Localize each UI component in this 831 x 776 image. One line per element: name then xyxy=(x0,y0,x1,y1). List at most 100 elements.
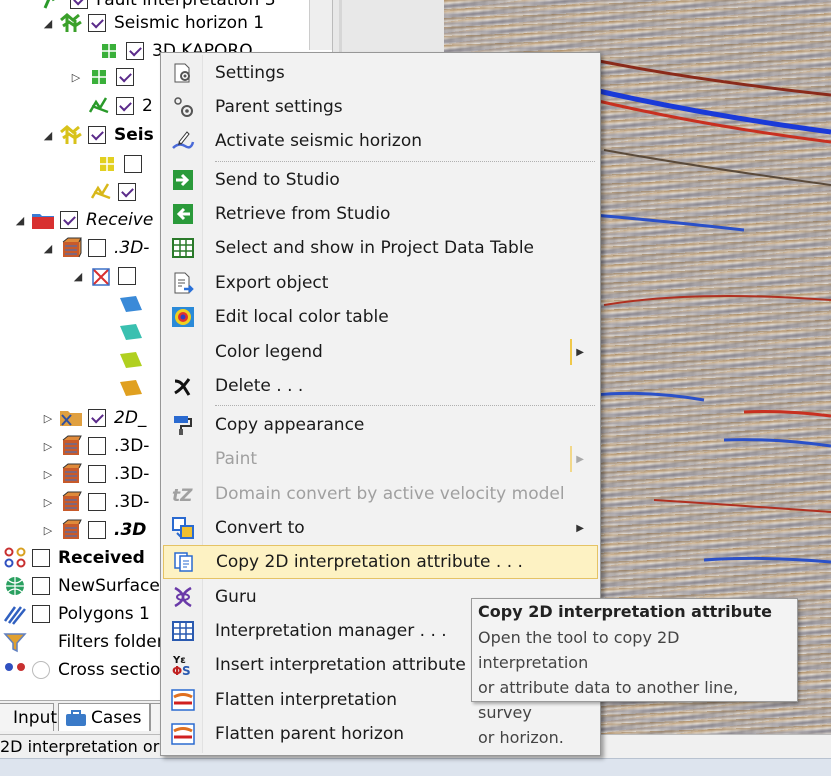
tree-item-slice[interactable] xyxy=(118,318,148,346)
tree-item-polygons[interactable]: Polygons 1 xyxy=(2,600,150,628)
collapse-arrow-icon[interactable]: ◢ xyxy=(42,17,54,30)
tree-item-3d[interactable]: ▷ .3D xyxy=(42,516,146,544)
checkbox[interactable] xyxy=(88,126,106,144)
menu-item-convert-to[interactable]: Convert to ▶ xyxy=(163,511,598,545)
tooltip-line: or attribute data to another line, surve… xyxy=(478,678,739,722)
tree-item-received-wells[interactable]: Received xyxy=(2,544,145,572)
menu-item-color-legend[interactable]: Color legend ▶ xyxy=(163,335,598,369)
checkbox[interactable] xyxy=(116,68,134,86)
checkbox[interactable] xyxy=(88,521,106,539)
slice-icon xyxy=(118,293,144,315)
tab-input-label: Input xyxy=(13,707,58,728)
seismic-cube-icon xyxy=(58,435,84,457)
checkbox[interactable] xyxy=(88,14,106,32)
radio-button[interactable] xyxy=(32,661,50,679)
tree-item[interactable]: ◢ xyxy=(72,262,144,290)
menu-item-activate-horizon[interactable]: Activate seismic horizon xyxy=(163,124,598,158)
tab-input[interactable]: Input xyxy=(0,703,58,731)
tree-item[interactable]: ▷ xyxy=(70,63,142,91)
expand-arrow-icon[interactable]: ▷ xyxy=(70,71,82,84)
tooltip-body: Open the tool to copy 2D interpretation … xyxy=(478,625,791,750)
checkbox[interactable] xyxy=(32,605,50,623)
menu-item-settings[interactable]: Settings xyxy=(163,56,598,90)
menu-item-delete[interactable]: Delete . . . xyxy=(163,369,598,403)
collapse-arrow-icon[interactable]: ◢ xyxy=(42,242,54,255)
collapse-arrow-icon[interactable]: ◢ xyxy=(42,129,54,142)
checkbox[interactable] xyxy=(116,97,134,115)
folder-icon xyxy=(30,209,56,231)
tree-item-3d[interactable]: ▷ .3D- xyxy=(42,432,149,460)
menu-item-paint[interactable]: Paint ▶ xyxy=(163,442,598,476)
interpretation-icon xyxy=(88,181,114,203)
flatten-interp-icon xyxy=(163,683,203,717)
expand-arrow-icon[interactable]: ▷ xyxy=(42,412,54,425)
checkbox[interactable] xyxy=(118,267,136,285)
checkbox[interactable] xyxy=(32,549,50,567)
submenu-divider xyxy=(570,339,572,365)
tab-cases[interactable]: Cases xyxy=(58,703,150,731)
menu-separator xyxy=(215,161,595,162)
tree-item-cross-section[interactable]: Cross section xyxy=(2,656,171,684)
checkbox[interactable] xyxy=(118,183,136,201)
tree-item-seismic-horizon-1[interactable]: ◢ Seismic horizon 1 xyxy=(42,9,264,37)
checkbox[interactable] xyxy=(88,493,106,511)
tree-item-received[interactable]: ◢ Receive xyxy=(14,206,154,234)
expand-arrow-icon[interactable]: ▷ xyxy=(42,496,54,509)
tree-item[interactable] xyxy=(94,150,150,178)
tree-item-3d[interactable]: ▷ .3D- xyxy=(42,488,149,516)
tree-item[interactable] xyxy=(88,178,144,206)
menu-item-copy-2d-interpretation-attribute[interactable]: Copy 2D interpretation attribute . . . xyxy=(163,545,598,579)
expand-arrow-icon[interactable]: ▷ xyxy=(42,468,54,481)
tree-item-slice[interactable] xyxy=(118,374,148,402)
checkbox[interactable] xyxy=(126,42,144,60)
grid-icon xyxy=(94,153,120,175)
grid-icon xyxy=(96,40,122,62)
checkbox[interactable] xyxy=(60,211,78,229)
menu-item-export-object[interactable]: Export object xyxy=(163,266,598,300)
checkbox[interactable] xyxy=(88,239,106,257)
collapse-arrow-icon[interactable]: ◢ xyxy=(14,214,26,227)
tree-item-3d[interactable]: ▷ .3D- xyxy=(42,460,149,488)
seismic-cube-icon xyxy=(58,463,84,485)
menu-item-project-data-table[interactable]: Select and show in Project Data Table xyxy=(163,231,598,265)
expand-arrow-icon[interactable]: ▷ xyxy=(42,440,54,453)
menu-item-domain-convert[interactable]: tZ Domain convert by active velocity mod… xyxy=(163,477,598,511)
tree-item-filters-folder[interactable]: Filters folder xyxy=(2,628,164,656)
send-studio-icon xyxy=(163,163,203,197)
checkbox[interactable] xyxy=(70,0,88,9)
tree-item-seismic[interactable]: ◢ Seis xyxy=(42,121,154,149)
submenu-arrow-icon: ▶ xyxy=(576,453,584,465)
activate-horizon-icon xyxy=(163,124,203,158)
submenu-arrow-icon: ▶ xyxy=(576,346,584,358)
menu-item-parent-settings[interactable]: Parent settings xyxy=(163,90,598,124)
collapse-arrow-icon[interactable]: ◢ xyxy=(72,270,84,283)
seismic-horizon-icon xyxy=(58,12,84,34)
checkbox[interactable] xyxy=(88,465,106,483)
checkbox[interactable] xyxy=(88,437,106,455)
tree-item-2d[interactable]: ▷ 2D_ xyxy=(42,404,147,432)
checkbox[interactable] xyxy=(32,577,50,595)
menu-item-edit-color-table[interactable]: Edit local color table xyxy=(163,300,598,334)
checkbox[interactable] xyxy=(124,155,142,173)
interpretation-icon xyxy=(86,95,112,117)
flatten-horizon-icon xyxy=(163,717,203,751)
tree-item[interactable]: 2 xyxy=(86,92,153,120)
checkbox[interactable] xyxy=(88,409,106,427)
tree-scrollbar[interactable] xyxy=(309,0,332,50)
menu-item-retrieve-from-studio[interactable]: Retrieve from Studio xyxy=(163,197,598,231)
tree-item-newsurface[interactable]: NewSurface xyxy=(2,572,160,600)
tree-item-slice[interactable] xyxy=(118,346,148,374)
submenu-arrow-icon: ▶ xyxy=(576,522,584,534)
convert-icon xyxy=(163,511,203,545)
color-table-icon xyxy=(163,300,203,334)
expand-arrow-icon[interactable]: ▷ xyxy=(42,524,54,537)
polygons-icon xyxy=(2,603,28,625)
tree-item-slice[interactable] xyxy=(118,290,148,318)
grid-icon xyxy=(86,66,112,88)
status-text: 2D interpretation or at xyxy=(0,737,181,756)
tree-item-3d[interactable]: ◢ .3D- xyxy=(42,234,149,262)
parent-settings-icon xyxy=(163,90,203,124)
menu-item-copy-appearance[interactable]: Copy appearance xyxy=(163,408,598,442)
seismic-2d-icon xyxy=(58,407,84,429)
menu-item-send-to-studio[interactable]: Send to Studio xyxy=(163,163,598,197)
